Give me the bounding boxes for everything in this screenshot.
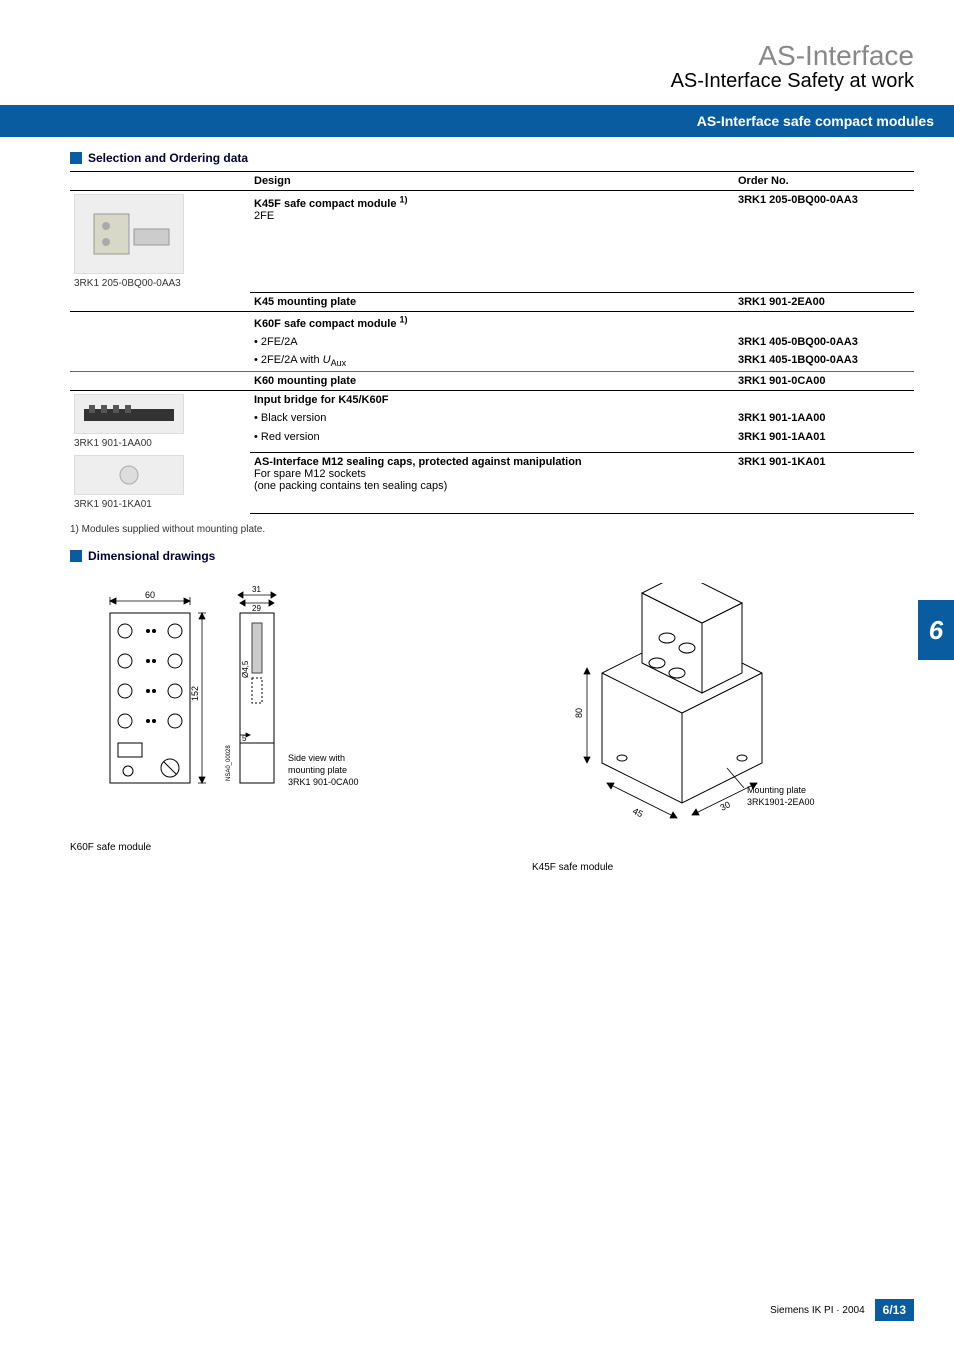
section-ordering-label: Selection and Ordering data: [88, 151, 248, 165]
row-bullet: • Red version: [250, 428, 734, 446]
product-image-caption: 3RK1 901-1AA00: [74, 438, 246, 449]
table-row: K60F safe compact module 1): [70, 311, 914, 333]
table-head-order: Order No.: [734, 172, 914, 191]
row-line: For spare M12 sockets: [254, 468, 366, 480]
drawing-caption: K60F safe module: [70, 842, 452, 853]
order-no: 3RK1 901-1KA01: [734, 452, 914, 505]
product-image: [74, 194, 184, 274]
row-sup: 1): [400, 194, 408, 204]
dim-diam: Ø4,5: [241, 660, 250, 678]
row-title: Input bridge for K45/K60F: [254, 394, 388, 406]
dim-45: 45: [631, 806, 644, 819]
order-no: 3RK1 405-1BQ00-0AA3: [734, 351, 914, 372]
drawing-code: NSA0_00028: [226, 744, 232, 780]
row-bullet-u: U: [323, 354, 331, 366]
row-sub: 2FE: [254, 210, 274, 222]
row-title: K45 mounting plate: [254, 296, 356, 308]
page-footer: Siemens IK PI · 2004 6/13: [770, 1299, 914, 1321]
row-bullet-pre: • 2FE/2A with: [254, 354, 323, 366]
order-no: 3RK1 901-1AA00: [734, 409, 914, 427]
drawing-k45f: 80 45 30 Mounting plate 3RK1901-2EA00: [532, 583, 914, 873]
ordering-table: Design Order No. 3RK1 205-0BQ00-0A: [70, 171, 914, 514]
side-tab: 6: [918, 600, 954, 660]
row-line: (one packing contains ten sealing caps): [254, 480, 447, 492]
page-title-main: AS-Interface: [0, 40, 914, 72]
page-title-sub: AS-Interface Safety at work: [0, 70, 914, 93]
drawing-side-text: 3RK1 901-0CA00: [288, 777, 359, 787]
dim-31: 31: [252, 585, 261, 594]
table-row: 3RK1 205-0BQ00-0AA3 K45F safe compact mo…: [70, 191, 914, 276]
row-title: K45F safe compact module: [254, 198, 400, 210]
product-image-caption: 3RK1 205-0BQ00-0AA3: [74, 278, 246, 289]
footnote: 1) Modules supplied without mounting pla…: [70, 524, 914, 535]
dim-60: 60: [145, 590, 155, 600]
table-row: 3RK1 901-1AA00 Input bridge for K45/K60F: [70, 391, 914, 410]
product-image: [74, 394, 184, 434]
drawing-caption: K45F safe module: [532, 862, 914, 873]
order-no: 3RK1 405-0BQ00-0AA3: [734, 333, 914, 351]
row-sup: 1): [400, 315, 408, 325]
table-head-empty: [70, 172, 250, 191]
row-title: K60F safe compact module: [254, 318, 400, 330]
order-no: 3RK1 901-0CA00: [734, 372, 914, 391]
dim-30: 30: [718, 799, 731, 812]
drawing-side-text: mounting plate: [288, 765, 347, 775]
drawing-right-text: Mounting plate: [747, 785, 806, 795]
footer-page: 6/13: [875, 1299, 914, 1321]
order-no: 3RK1 901-1AA01: [734, 428, 914, 446]
drawing-k60f: 60 152: [70, 583, 452, 873]
product-image-caption: 3RK1 901-1KA01: [74, 499, 246, 510]
section-drawings-label: Dimensional drawings: [88, 549, 215, 563]
dim-80: 80: [574, 708, 584, 718]
order-no: 3RK1 901-2EA00: [734, 292, 914, 311]
table-row: K60 mounting plate 3RK1 901-0CA00: [70, 372, 914, 391]
row-bullet: • Black version: [250, 409, 734, 427]
header-bar: AS-Interface safe compact modules: [0, 105, 954, 137]
section-drawings-head: Dimensional drawings: [70, 549, 914, 563]
table-row: • 2FE/2A 3RK1 405-0BQ00-0AA3: [70, 333, 914, 351]
row-bullet: • 2FE/2A: [250, 333, 734, 351]
dim-29: 29: [252, 604, 261, 613]
drawing-right-text: 3RK1901-2EA00: [747, 797, 815, 807]
row-bullet-aux: Aux: [331, 358, 347, 368]
table-row: K45 mounting plate 3RK1 901-2EA00: [70, 292, 914, 311]
table-row: 3RK1 901-1KA01 AS-Interface M12 sealing …: [70, 452, 914, 505]
dim-152: 152: [190, 686, 200, 701]
table-row: • 2FE/2A with UAux 3RK1 405-1BQ00-0AA3: [70, 351, 914, 372]
product-image: [74, 455, 184, 495]
table-head-design: Design: [250, 172, 734, 191]
row-title: AS-Interface M12 sealing caps, protected…: [254, 456, 582, 468]
row-title: K60 mounting plate: [254, 375, 356, 387]
drawing-side-text: Side view with: [288, 753, 345, 763]
footer-text: Siemens IK PI · 2004: [770, 1305, 865, 1316]
order-no: 3RK1 205-0BQ00-0AA3: [734, 191, 914, 276]
section-ordering-head: Selection and Ordering data: [70, 151, 914, 165]
